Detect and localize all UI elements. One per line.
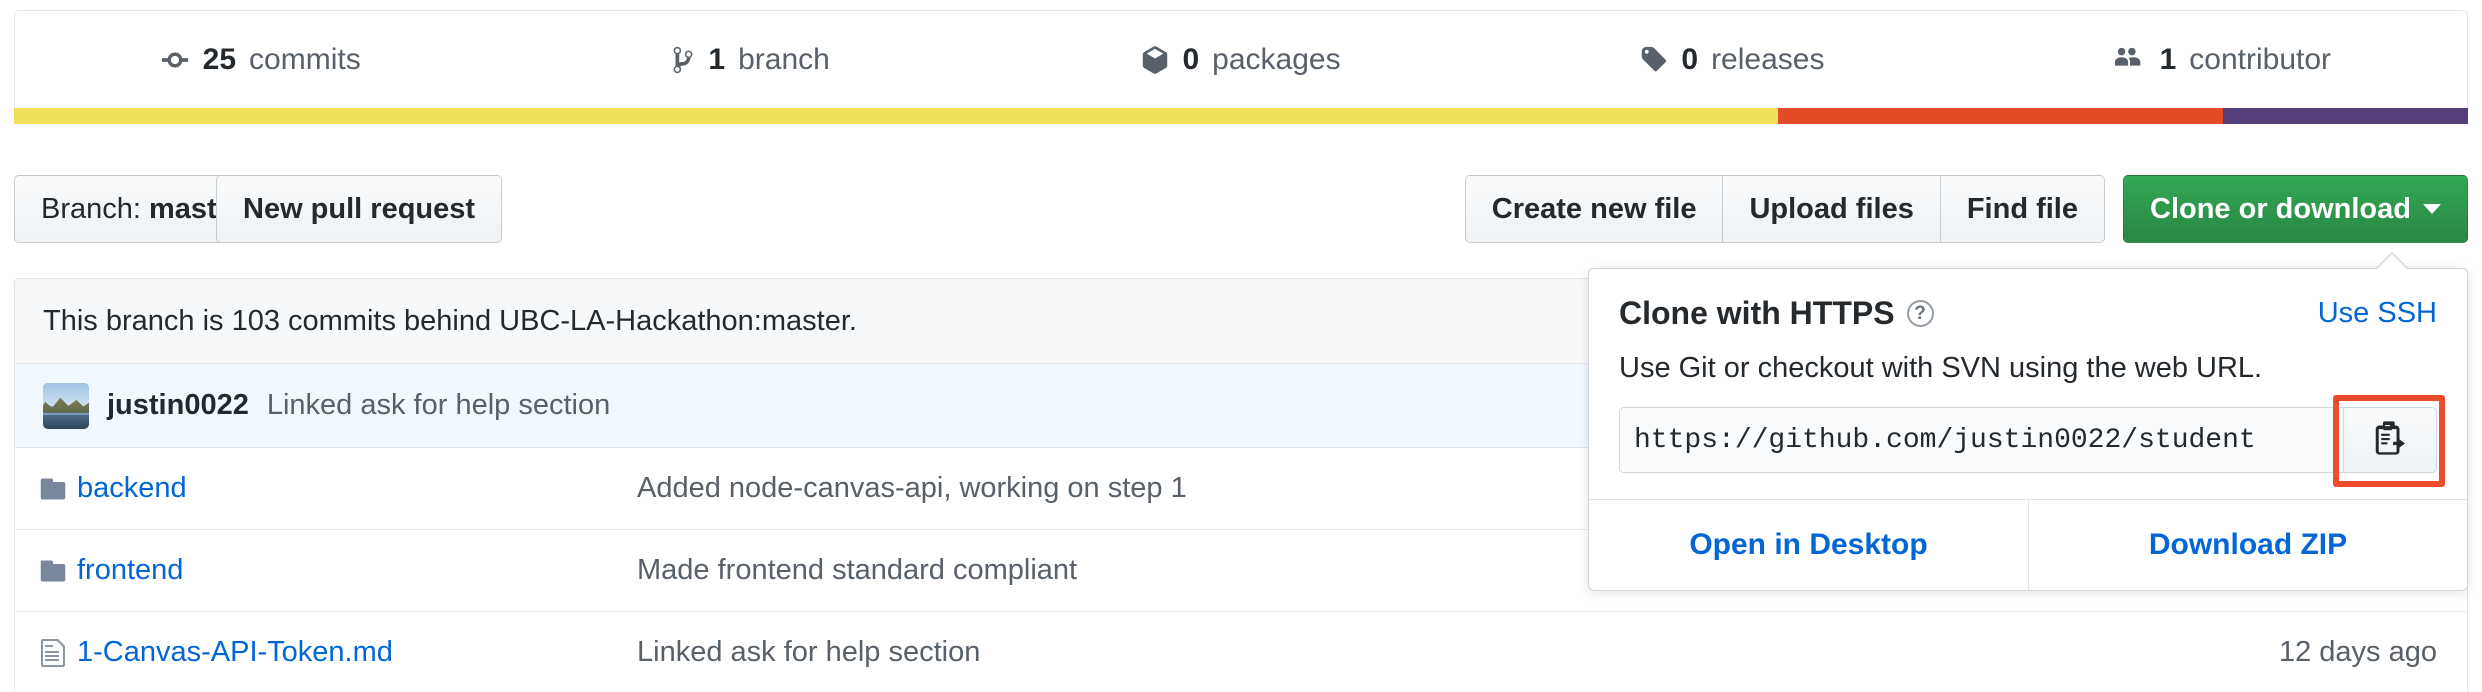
tag-icon (1638, 45, 1668, 75)
branch-icon (671, 45, 695, 75)
folder-icon (15, 475, 77, 503)
clone-popup-body: Clone with HTTPS ? Use SSH Use Git or ch… (1589, 269, 2467, 499)
language-bar (14, 108, 2468, 124)
commit-author-link[interactable]: justin0022 (107, 389, 249, 422)
stat-packages[interactable]: 0 packages (996, 45, 1486, 75)
file-commit-message[interactable]: Linked ask for help section (637, 636, 2167, 669)
table-row: 1-Canvas-API-Token.mdLinked ask for help… (15, 612, 2467, 692)
clone-url-input[interactable] (1619, 407, 2343, 473)
clone-or-download-button[interactable]: Clone or download (2123, 175, 2468, 243)
commit-message[interactable]: Linked ask for help section (267, 389, 610, 422)
clipboard-copy-icon (2371, 419, 2409, 462)
file-name-link[interactable]: backend (77, 472, 637, 505)
copy-url-button[interactable] (2343, 407, 2437, 473)
language-segment-html[interactable] (1778, 108, 2222, 124)
find-file-button[interactable]: Find file (1940, 175, 2105, 243)
clone-popup-title: Clone with HTTPS ? (1619, 295, 1934, 332)
clone-popup-subtitle: Use Git or checkout with SVN using the w… (1619, 352, 2437, 385)
chevron-down-icon (2423, 204, 2441, 214)
file-actions-group: Create new file Upload files Find file (1465, 175, 2105, 243)
stat-commits-count: 25 (203, 45, 236, 75)
file-name-link[interactable]: 1-Canvas-API-Token.md (77, 636, 637, 669)
repository-actions: Create new file Upload files Find file C… (1465, 175, 2468, 243)
stat-contributors-label: contributor (2189, 45, 2331, 75)
stat-branches-count: 1 (708, 45, 725, 75)
repository-toolbar: Branch: master New pull request Create n… (14, 175, 2468, 243)
avatar (43, 383, 89, 429)
stat-commits-label: commits (249, 45, 361, 75)
stat-packages-label: packages (1212, 45, 1340, 75)
download-zip-button[interactable]: Download ZIP (2028, 500, 2467, 590)
clone-url-row (1619, 407, 2437, 473)
create-new-file-button[interactable]: Create new file (1465, 175, 1723, 243)
repository-overview-bar: 25 commits 1 branch 0 packages 0 release… (14, 10, 2468, 108)
clone-popup: Clone with HTTPS ? Use SSH Use Git or ch… (1588, 268, 2468, 591)
new-pull-request-button[interactable]: New pull request (216, 175, 502, 243)
branch-status-text: This branch is 103 commits behind UBC-LA… (43, 305, 857, 338)
clone-popup-title-text: Clone with HTTPS (1619, 295, 1895, 332)
stat-contributors-count: 1 (2160, 45, 2177, 75)
stat-branches[interactable]: 1 branch (505, 45, 995, 75)
file-name-link[interactable]: frontend (77, 554, 637, 587)
package-icon (1141, 45, 1169, 75)
stat-branches-label: branch (738, 45, 830, 75)
stat-contributors[interactable]: 1 contributor (1977, 45, 2467, 75)
popup-arrow-inner-icon (2376, 254, 2408, 270)
clone-popup-header: Clone with HTTPS ? Use SSH (1619, 295, 2437, 332)
language-segment-javascript[interactable] (14, 108, 1778, 124)
folder-icon (15, 557, 77, 585)
use-ssh-link[interactable]: Use SSH (2318, 297, 2437, 330)
language-segment-css[interactable] (2223, 108, 2468, 124)
stat-commits[interactable]: 25 commits (15, 45, 505, 75)
commit-icon (160, 45, 190, 75)
file-commit-age: 12 days ago (2167, 636, 2467, 669)
contributors-icon (2113, 45, 2147, 75)
clone-popup-footer: Open in Desktop Download ZIP (1589, 499, 2467, 590)
stat-releases-label: releases (1711, 45, 1824, 75)
open-in-desktop-button[interactable]: Open in Desktop (1589, 500, 2028, 590)
stat-releases[interactable]: 0 releases (1486, 45, 1976, 75)
clone-or-download-label: Clone or download (2150, 193, 2411, 226)
question-icon[interactable]: ? (1907, 300, 1934, 327)
file-icon (15, 637, 77, 669)
repository-page: 25 commits 1 branch 0 packages 0 release… (0, 0, 2482, 692)
upload-files-button[interactable]: Upload files (1722, 175, 1939, 243)
stat-packages-count: 0 (1182, 45, 1199, 75)
stat-releases-count: 0 (1681, 45, 1698, 75)
branch-prefix-label: Branch: (41, 193, 141, 226)
